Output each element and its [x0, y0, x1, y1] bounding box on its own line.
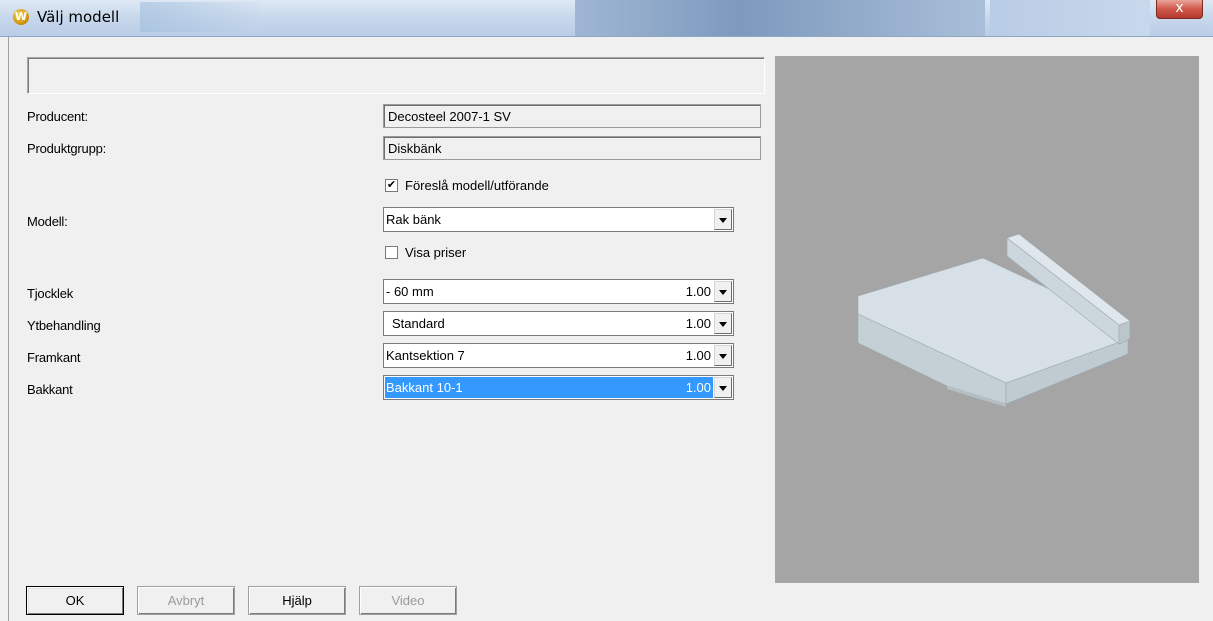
ytbehandling-value: Standard [392, 316, 445, 331]
bakkant-value: Bakkant 10-1 [385, 377, 713, 398]
visa-priser-label: Visa priser [405, 244, 467, 260]
tjocklek-number: 1.00 [685, 284, 711, 299]
visa-priser-checkbox[interactable]: Visa priser [385, 244, 466, 260]
checkbox-box[interactable]: ✔ [385, 178, 398, 192]
tjocklek-label: Tjocklek [27, 286, 74, 301]
model-preview[interactable] [775, 56, 1199, 583]
bakkant-select[interactable]: Bakkant 10-1 1.00 [383, 375, 734, 400]
framkant-number: 1.00 [685, 348, 711, 363]
chevron-down-icon[interactable] [714, 377, 732, 398]
producent-field: Decosteel 2007-1 SV [383, 104, 761, 128]
background-window-blur [140, 2, 260, 32]
produktgrupp-field: Diskbänk [383, 136, 761, 160]
background-window-blur [990, 0, 1150, 36]
ytbehandling-number: 1.00 [685, 316, 711, 331]
cancel-button[interactable]: Avbryt [137, 586, 235, 615]
backsplash-end-face [1118, 320, 1131, 345]
modell-value: Rak bänk [386, 212, 441, 227]
framkant-label: Framkant [27, 350, 81, 365]
window-title: Välj modell [37, 8, 120, 26]
background-window-blur [575, 0, 985, 36]
title-bar[interactable]: W Välj modell x [0, 0, 1213, 37]
bakkant-number: 1.00 [685, 380, 711, 395]
message-box [27, 57, 765, 94]
chevron-down-icon[interactable] [714, 345, 732, 366]
producent-label: Producent: [27, 109, 88, 124]
suggest-model-label: Föreslå modell/utförande [405, 177, 549, 193]
chevron-down-icon[interactable] [714, 313, 732, 334]
close-icon: x [1175, 0, 1184, 16]
close-button[interactable]: x [1156, 0, 1203, 19]
framkant-value: Kantsektion 7 [386, 348, 465, 363]
modell-select[interactable]: Rak bänk [383, 207, 734, 232]
tjocklek-select[interactable]: - 60 mm 1.00 [383, 279, 734, 304]
video-button[interactable]: Video [359, 586, 457, 615]
ytbehandling-select[interactable]: Standard 1.00 [383, 311, 734, 336]
framkant-select[interactable]: Kantsektion 7 1.00 [383, 343, 734, 368]
countertop-3d-model [857, 233, 1131, 407]
modell-label: Modell: [27, 214, 68, 229]
app-logo-icon: W [13, 9, 29, 25]
suggest-model-checkbox[interactable]: ✔ Föreslå modell/utförande [385, 177, 549, 193]
checkmark-icon: ✔ [386, 178, 397, 191]
produktgrupp-label: Produktgrupp: [27, 141, 107, 156]
tjocklek-value: - 60 mm [386, 284, 434, 299]
ok-button[interactable]: OK [26, 586, 124, 615]
chevron-down-icon[interactable] [714, 209, 732, 230]
ytbehandling-label: Ytbehandling [27, 318, 101, 333]
bakkant-label: Bakkant [27, 382, 73, 397]
chevron-down-icon[interactable] [714, 281, 732, 302]
help-button[interactable]: Hjälp [248, 586, 346, 615]
checkbox-box[interactable] [385, 245, 398, 259]
